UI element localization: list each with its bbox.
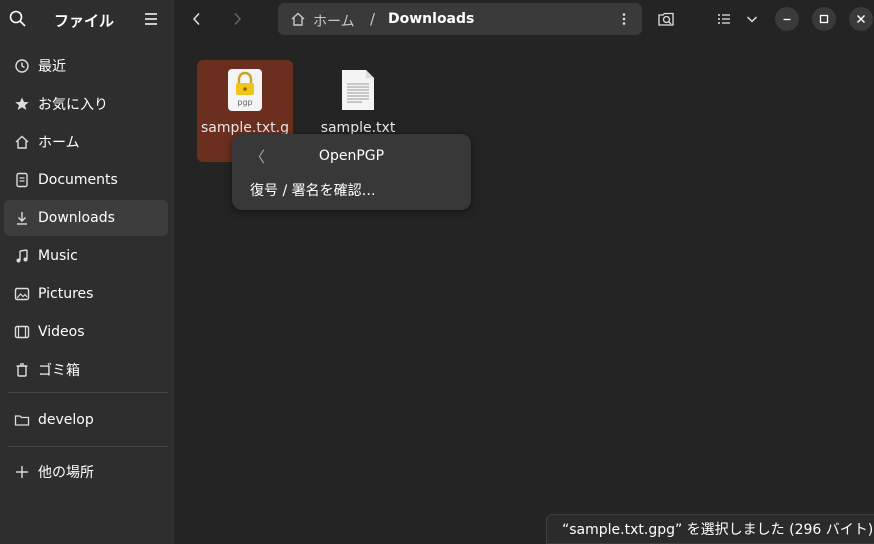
sidebar-item-label: Pictures bbox=[38, 286, 94, 302]
search-icon[interactable] bbox=[8, 9, 28, 29]
more-options-icon[interactable] bbox=[616, 11, 632, 27]
sidebar-item-trash[interactable]: ゴミ箱 bbox=[4, 352, 168, 388]
home-icon bbox=[290, 11, 306, 27]
sidebar-item-favorites[interactable]: お気に入り bbox=[4, 86, 168, 122]
sidebar-item-downloads[interactable]: Downloads bbox=[4, 200, 168, 236]
sidebar-item-other-locations[interactable]: 他の場所 bbox=[4, 454, 168, 490]
sidebar-item-label: Music bbox=[38, 248, 78, 264]
back-button[interactable] bbox=[185, 7, 209, 31]
sidebar-item-label: 他の場所 bbox=[38, 465, 94, 481]
maximize-button[interactable] bbox=[812, 7, 836, 31]
sidebar-item-label: ゴミ箱 bbox=[38, 363, 80, 379]
pgp-file-icon: pgp bbox=[227, 68, 263, 112]
context-menu-popover: 〈 OpenPGP 復号 / 署名を確認… bbox=[232, 134, 471, 210]
sidebar-item-label: お気に入り bbox=[38, 97, 108, 113]
sidebar-item-label: Downloads bbox=[38, 210, 115, 226]
document-icon bbox=[14, 172, 30, 188]
close-button[interactable] bbox=[849, 7, 873, 31]
sidebar-item-label: 最近 bbox=[38, 59, 66, 75]
sidebar-item-pictures[interactable]: Pictures bbox=[4, 276, 168, 312]
breadcrumb-separator: / bbox=[370, 10, 376, 28]
svg-text:pgp: pgp bbox=[237, 98, 252, 107]
search-folder-button[interactable] bbox=[654, 7, 678, 31]
forward-button[interactable] bbox=[225, 7, 249, 31]
sidebar-item-documents[interactable]: Documents bbox=[4, 162, 168, 198]
chevron-down-icon[interactable] bbox=[740, 7, 764, 31]
sidebar-item-label: ホーム bbox=[38, 135, 80, 151]
sidebar-item-recent[interactable]: 最近 bbox=[4, 48, 168, 84]
status-bar: “sample.txt.gpg” を選択しました (296 バイト) bbox=[546, 514, 874, 544]
sidebar-item-music[interactable]: Music bbox=[4, 238, 168, 274]
folder-icon bbox=[14, 412, 30, 428]
sidebar-item-label: develop bbox=[38, 412, 94, 428]
minimize-button[interactable] bbox=[775, 7, 799, 31]
breadcrumb-current[interactable]: Downloads bbox=[388, 11, 474, 27]
trash-icon bbox=[14, 362, 30, 378]
download-icon bbox=[14, 210, 30, 226]
decrypt-verify-menu-item[interactable]: 復号 / 署名を確認… bbox=[250, 180, 376, 200]
app-title: ファイル bbox=[54, 12, 115, 30]
popover-title: OpenPGP bbox=[318, 148, 385, 164]
picture-icon bbox=[14, 286, 30, 302]
sidebar-item-videos[interactable]: Videos bbox=[4, 314, 168, 350]
plus-icon bbox=[14, 464, 30, 480]
home-icon bbox=[14, 134, 30, 150]
sidebar: ファイル 最近 お気に入り ホーム Documents Downloads Mu… bbox=[0, 0, 174, 544]
hamburger-menu-icon[interactable] bbox=[142, 10, 160, 28]
sidebar-divider bbox=[8, 392, 168, 393]
video-icon bbox=[14, 324, 30, 340]
sidebar-item-home[interactable]: ホーム bbox=[4, 124, 168, 160]
music-icon bbox=[14, 248, 30, 264]
sidebar-item-label: Videos bbox=[38, 324, 85, 340]
list-view-icon[interactable] bbox=[712, 7, 736, 31]
sidebar-header: ファイル bbox=[0, 0, 174, 38]
breadcrumb-home[interactable]: ホーム bbox=[313, 11, 355, 31]
text-file-icon bbox=[340, 68, 376, 112]
sidebar-item-develop[interactable]: develop bbox=[4, 402, 168, 438]
sidebar-divider bbox=[8, 446, 168, 447]
sidebar-item-label: Documents bbox=[38, 172, 118, 188]
star-icon bbox=[14, 96, 30, 112]
clock-icon bbox=[14, 58, 30, 74]
path-bar[interactable]: ホーム / Downloads bbox=[278, 3, 642, 35]
